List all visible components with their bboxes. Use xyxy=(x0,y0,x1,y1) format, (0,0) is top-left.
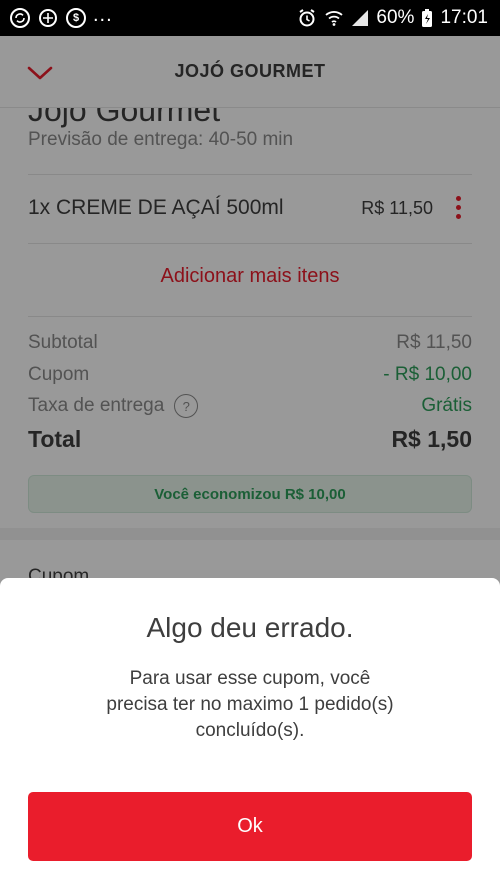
status-bar: $ ... 60% 17:01 xyxy=(0,0,500,36)
dollar-circle-icon: $ xyxy=(66,8,86,28)
status-bar-left: $ ... xyxy=(10,4,113,29)
more-notifications: ... xyxy=(93,4,113,26)
battery-charging-icon xyxy=(421,8,433,28)
dialog-title: Algo deu errado. xyxy=(146,612,354,643)
ok-button[interactable]: Ok xyxy=(28,792,472,861)
signal-icon xyxy=(351,9,369,27)
status-bar-right: 60% 17:01 xyxy=(297,7,488,29)
cloud-sync-icon xyxy=(37,7,59,29)
battery-percent: 60% xyxy=(376,7,415,28)
wifi-icon xyxy=(324,9,344,27)
error-dialog: Algo deu errado. Para usar esse cupom, v… xyxy=(0,578,500,889)
dialog-message: Para usar esse cupom, você precisa ter n… xyxy=(106,668,394,741)
clock: 17:01 xyxy=(440,7,488,28)
sync-circle-icon xyxy=(10,8,30,28)
alarm-icon xyxy=(297,8,317,28)
